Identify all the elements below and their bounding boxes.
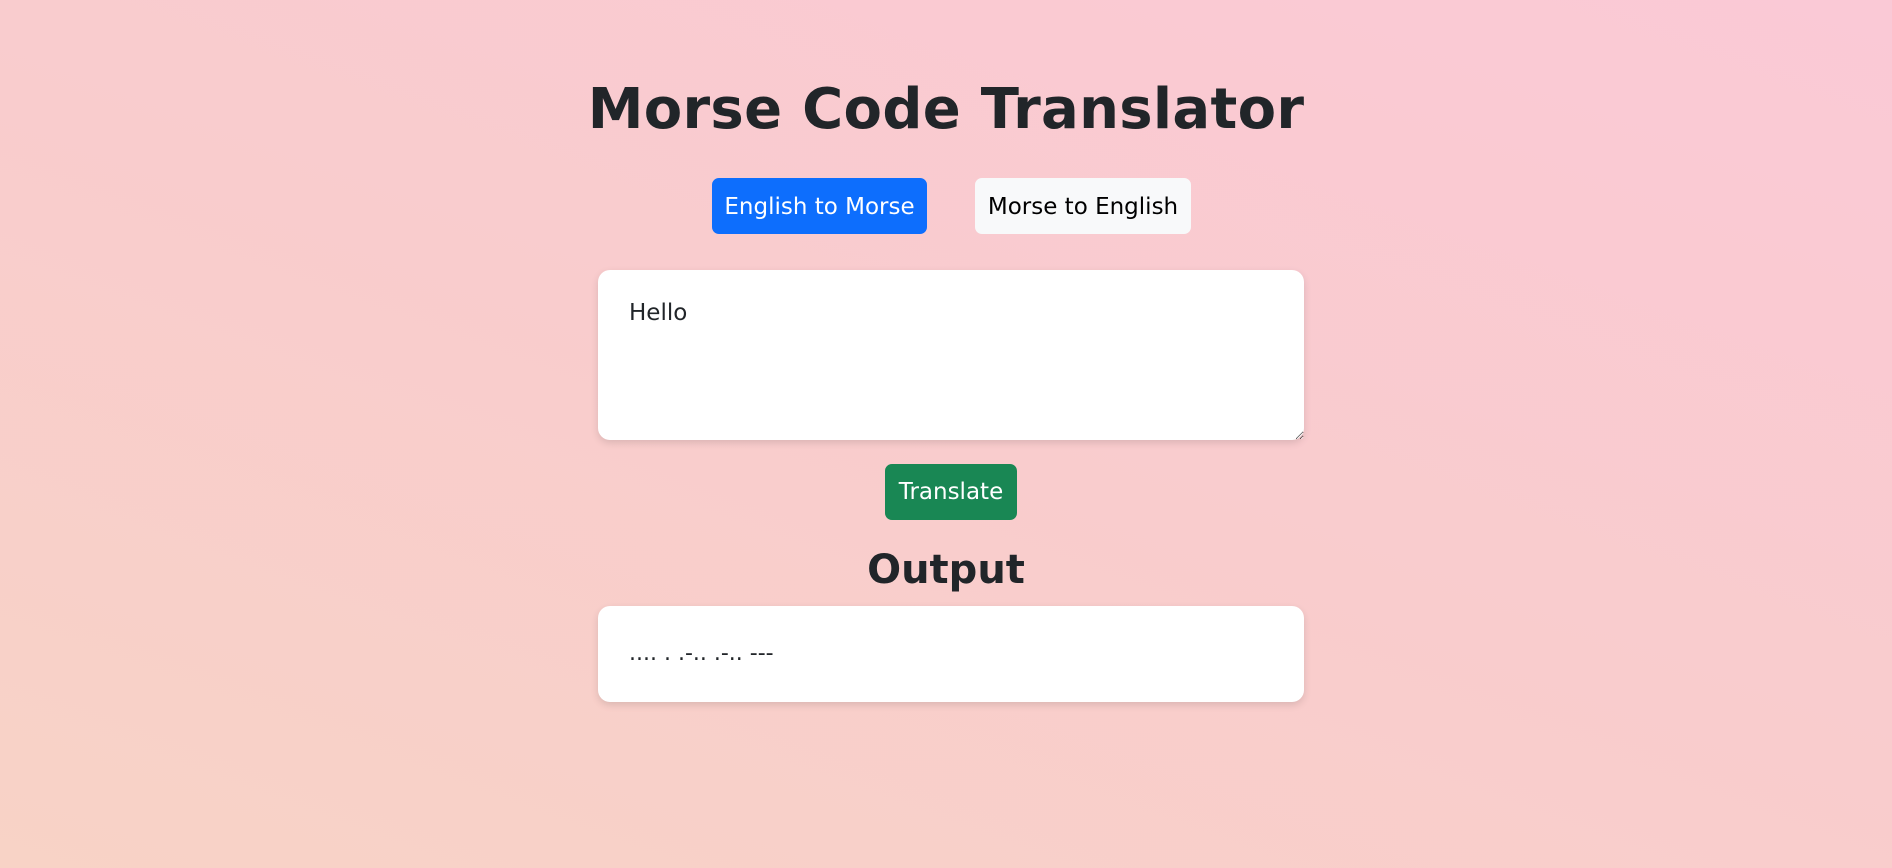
page-title: Morse Code Translator — [587, 77, 1305, 142]
output-text: .... . .-.. .-.. --- — [629, 641, 774, 666]
output-heading: Output — [867, 547, 1025, 593]
page: Morse Code Translator English to Morse M… — [0, 0, 1892, 868]
output-box: .... . .-.. .-.. --- — [598, 606, 1304, 702]
english-to-morse-button[interactable]: English to Morse — [712, 178, 927, 234]
translate-button[interactable]: Translate — [885, 464, 1017, 520]
input-textarea[interactable]: Hello — [598, 270, 1304, 440]
morse-to-english-button[interactable]: Morse to English — [975, 178, 1191, 234]
